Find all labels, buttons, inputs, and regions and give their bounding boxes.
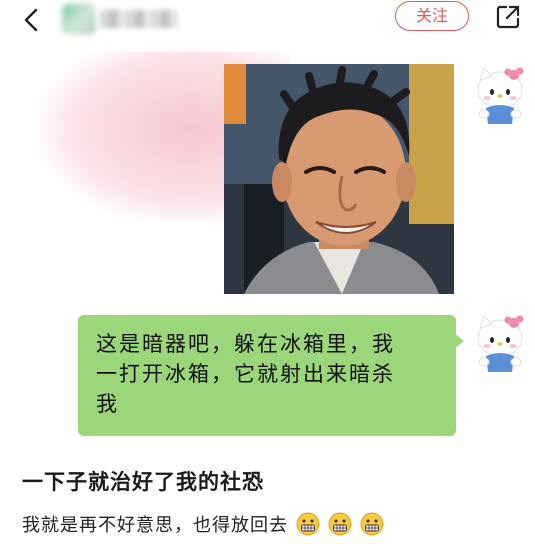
blurred-username [100, 10, 178, 28]
bubble-line: 我 [96, 392, 119, 416]
blurred-avatar[interactable] [62, 4, 96, 34]
bubble-line: 一打开冰箱，它就射出来暗杀 [96, 362, 395, 386]
hello-kitty-avatar-icon[interactable] [470, 314, 530, 374]
hello-kitty-avatar-icon[interactable] [470, 66, 530, 126]
photo-message[interactable] [224, 64, 454, 294]
watermark [455, 527, 531, 541]
caption-body: 我就是再不好意思，也得放回去 [22, 511, 384, 537]
top-bar: 关注 [0, 0, 535, 40]
chat-bubble[interactable]: 这是暗器吧，躲在冰箱里，我 一打开冰箱，它就射出来暗杀 我 [78, 315, 456, 436]
bubble-line: 这是暗器吧，躲在冰箱里，我 [96, 332, 395, 356]
caption-body-text: 我就是再不好意思，也得放回去 [22, 515, 288, 536]
grimacing-face-icon [328, 512, 352, 536]
grimacing-face-icon [296, 512, 320, 536]
share-icon[interactable] [494, 3, 522, 31]
back-chevron-icon[interactable] [18, 6, 46, 34]
portrait-photo [224, 64, 454, 294]
caption-title: 一下子就治好了我的社恐 [22, 470, 264, 494]
bubble-tail [454, 333, 464, 349]
grimacing-face-icon [360, 512, 384, 536]
follow-button[interactable]: 关注 [395, 1, 469, 31]
